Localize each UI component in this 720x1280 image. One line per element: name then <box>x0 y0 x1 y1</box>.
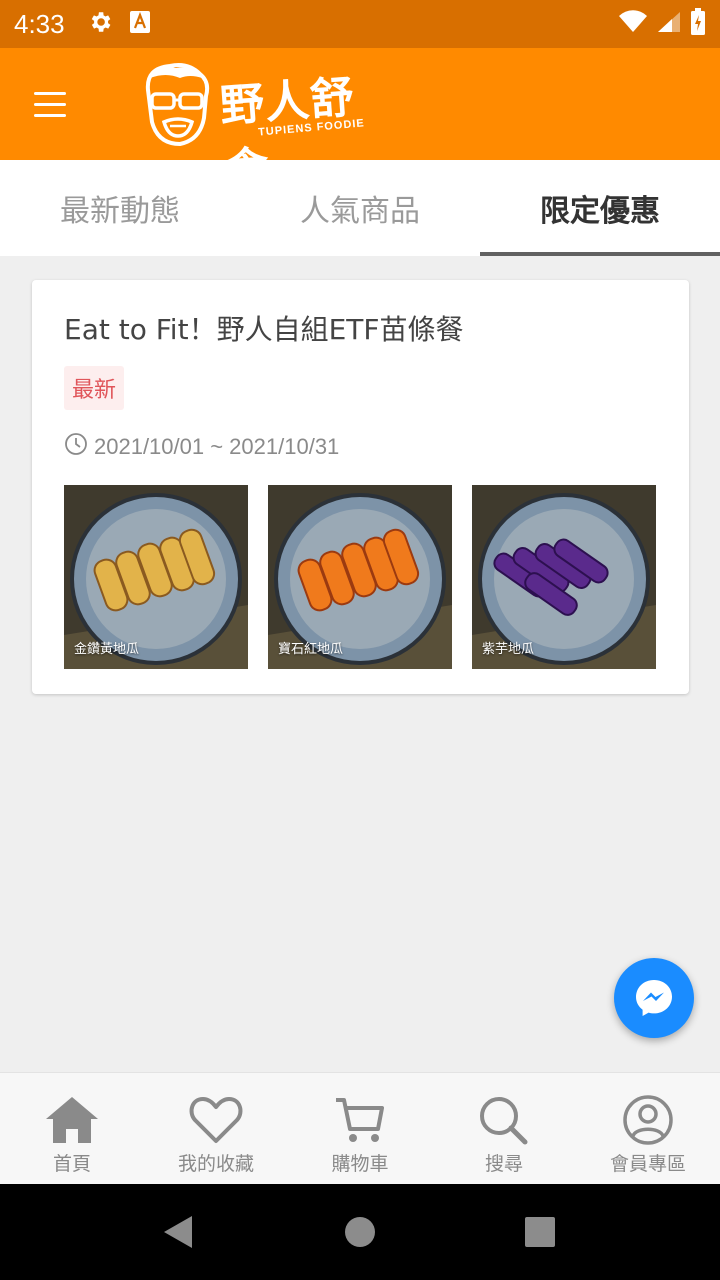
new-badge: 最新 <box>64 366 125 410</box>
tab-limited-offers[interactable]: 限定優惠 <box>480 160 720 256</box>
bottom-navigation: 首頁 我的收藏 購物車 搜尋 會員專區 <box>0 1072 720 1184</box>
nav-home-label: 首頁 <box>52 1153 91 1175</box>
tab-bar: 最新動態 人氣商品 限定優惠 <box>0 160 720 256</box>
battery-icon <box>690 8 706 40</box>
tab-latest-news[interactable]: 最新動態 <box>0 160 240 256</box>
tab-popular-products[interactable]: 人氣商品 <box>240 160 480 256</box>
promo-date-range: 2021/10/01 ~ 2021/10/31 <box>64 432 339 462</box>
user-icon <box>623 1095 673 1145</box>
mascot-logo-icon <box>145 63 210 147</box>
clock-icon <box>64 432 88 462</box>
settings-icon <box>87 9 113 39</box>
product-image-red-sweet-potato[interactable]: 寶石紅地瓜 <box>268 485 452 669</box>
heart-icon <box>189 1097 243 1143</box>
back-icon[interactable] <box>164 1216 192 1248</box>
date-range-text: 2021/10/01 ~ 2021/10/31 <box>94 434 340 459</box>
messenger-chat-button[interactable] <box>614 958 694 1038</box>
status-time: 4:33 <box>14 8 65 39</box>
promo-card[interactable]: Eat to Fit！野人自組ETF苗條餐 最新 2021/10/01 ~ 20… <box>32 280 689 694</box>
search-icon <box>480 1097 528 1145</box>
nav-member-label: 會員專區 <box>609 1153 686 1175</box>
messenger-icon <box>636 980 672 1016</box>
nav-cart-label: 購物車 <box>331 1153 389 1175</box>
menu-button[interactable] <box>34 82 78 126</box>
product-image-label: 寶石紅地瓜 <box>278 642 344 657</box>
nav-home[interactable]: 首頁 <box>0 1073 144 1184</box>
nav-member[interactable]: 會員專區 <box>576 1073 720 1184</box>
app-bar: 野人舒食 TUPIENS FOODIE <box>0 48 720 196</box>
cart-icon <box>336 1098 384 1142</box>
product-image-label: 紫芋地瓜 <box>482 642 535 657</box>
home-icon <box>46 1097 98 1143</box>
system-navigation-bar <box>0 1184 720 1280</box>
nav-cart[interactable]: 購物車 <box>288 1073 432 1184</box>
brand-logo: 野人舒食 TUPIENS FOODIE <box>140 60 400 196</box>
promo-image-row: 金鑽黃地瓜 寶石紅地瓜 紫芋地瓜 <box>64 485 656 669</box>
promo-title: Eat to Fit！野人自組ETF苗條餐 <box>64 313 464 346</box>
status-bar: 4:33 <box>0 0 720 48</box>
nav-search-label: 搜尋 <box>484 1153 523 1175</box>
menu-icon <box>34 91 66 95</box>
app-notification-icon <box>129 10 151 38</box>
nav-favorites[interactable]: 我的收藏 <box>144 1073 288 1184</box>
product-image-label: 金鑽黃地瓜 <box>74 642 140 657</box>
cellular-signal-icon <box>656 10 682 38</box>
nav-favorites-label: 我的收藏 <box>177 1153 254 1175</box>
wifi-icon <box>618 10 648 38</box>
product-image-purple-sweet-potato[interactable]: 紫芋地瓜 <box>472 485 656 669</box>
product-image-golden-sweet-potato[interactable]: 金鑽黃地瓜 <box>64 485 248 669</box>
recents-icon[interactable] <box>525 1217 555 1247</box>
home-button-icon[interactable] <box>345 1217 375 1247</box>
nav-search[interactable]: 搜尋 <box>432 1073 576 1184</box>
